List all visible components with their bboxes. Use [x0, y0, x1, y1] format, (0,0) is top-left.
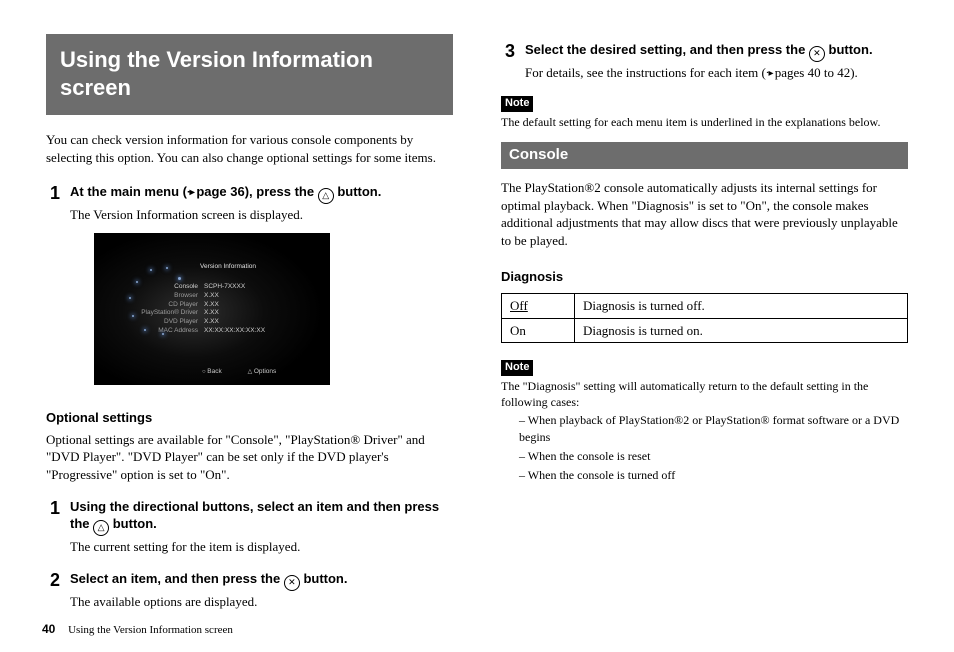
text: At the main menu (: [70, 184, 187, 199]
row-label: DVD Player: [134, 318, 198, 327]
intro-text: You can check version information for va…: [46, 131, 453, 166]
list-item: When the console is turned off: [519, 467, 908, 483]
diagnosis-heading: Diagnosis: [501, 268, 908, 286]
back-label: Back: [207, 368, 221, 375]
diagnosis-table: Off Diagnosis is turned off. On Diagnosi…: [501, 293, 908, 343]
step-heading: At the main menu (··▸ page 36), press th…: [70, 184, 453, 204]
console-section-heading: Console: [501, 142, 908, 169]
row-value: X.XX: [204, 292, 219, 301]
note-label: Note: [501, 96, 533, 112]
triangle-button-icon: △: [318, 188, 334, 204]
options-label: Options: [254, 368, 276, 375]
step-number: 1: [46, 499, 60, 517]
step-heading: Select the desired setting, and then pre…: [525, 42, 908, 62]
text: button.: [300, 571, 348, 586]
cross-button-icon: ✕: [284, 575, 300, 591]
table-row: Off Diagnosis is turned off.: [502, 294, 908, 319]
step-description: The Version Information screen is displa…: [70, 206, 453, 224]
step-heading: Select an item, and then press the ✕ but…: [70, 571, 453, 591]
optional-settings-body: Optional settings are available for "Con…: [46, 431, 453, 484]
text: For details, see the instructions for ea…: [525, 65, 766, 80]
note-label: Note: [501, 360, 533, 376]
step-description: The current setting for the item is disp…: [70, 538, 453, 556]
text: button.: [334, 184, 382, 199]
diag-key-on: On: [502, 318, 575, 343]
cross-button-icon: ✕: [809, 46, 825, 62]
list-item: When playback of PlayStation®2 or PlaySt…: [519, 412, 908, 444]
note-text: The "Diagnosis" setting will automatical…: [501, 378, 908, 410]
row-value: X.XX: [204, 301, 219, 310]
note-cases-list: When playback of PlayStation®2 or PlaySt…: [501, 412, 908, 483]
row-label: Console: [134, 283, 198, 292]
main-step-1: 1 At the main menu (··▸ page 36), press …: [46, 184, 453, 401]
step-heading: Using the directional buttons, select an…: [70, 499, 453, 535]
sub-step-2: 2 Select an item, and then press the ✕ b…: [46, 571, 453, 620]
row-label: PlayStation® Driver: [134, 309, 198, 318]
row-value: XX:XX:XX:XX:XX:XX: [204, 327, 265, 336]
table-row: On Diagnosis is turned on.: [502, 318, 908, 343]
text: button.: [109, 516, 157, 531]
list-item: When the console is reset: [519, 448, 908, 464]
triangle-button-icon: △: [93, 520, 109, 536]
diag-key-off: Off: [510, 298, 528, 313]
version-info-screenshot: Version Information Console SCPH-7XXXX Br…: [94, 233, 330, 385]
screenshot-title: Version Information: [200, 263, 256, 272]
sub-step-3: 3 Select the desired setting, and then p…: [501, 42, 908, 91]
row-label: Browser: [134, 292, 198, 301]
row-value: X.XX: [204, 309, 219, 318]
text: Select the desired setting, and then pre…: [525, 42, 809, 57]
text: button.: [825, 42, 873, 57]
page-title: Using the Version Information screen: [46, 34, 453, 115]
row-value: X.XX: [204, 318, 219, 327]
right-column: 3 Select the desired setting, and then p…: [501, 30, 908, 652]
text: page 36), press the: [193, 184, 318, 199]
text: pages 40 to 42).: [771, 65, 857, 80]
page-footer: 40 Using the Version Information screen: [42, 621, 233, 638]
footer-title: Using the Version Information screen: [68, 624, 233, 636]
step-number: 3: [501, 42, 515, 60]
step-number: 2: [46, 571, 60, 589]
page-number: 40: [42, 622, 55, 636]
optional-settings-heading: Optional settings: [46, 409, 453, 427]
screenshot-footer: ○ Back △ Options: [202, 368, 276, 377]
text: Select an item, and then press the: [70, 571, 284, 586]
left-column: Using the Version Information screen You…: [46, 30, 453, 652]
screenshot-rows: ConsoleSCPH-7XXXX BrowserX.XX CD PlayerX…: [134, 283, 265, 336]
diag-val: Diagnosis is turned off.: [575, 294, 908, 319]
console-body: The PlayStation®2 console automatically …: [501, 179, 908, 249]
row-value: SCPH-7XXXX: [204, 283, 245, 292]
step-number: 1: [46, 184, 60, 202]
step-description: The available options are displayed.: [70, 593, 453, 611]
sub-step-1: 1 Using the directional buttons, select …: [46, 499, 453, 565]
note-text: The default setting for each menu item i…: [501, 114, 908, 130]
diag-val: Diagnosis is turned on.: [575, 318, 908, 343]
step-description: For details, see the instructions for ea…: [525, 64, 908, 82]
